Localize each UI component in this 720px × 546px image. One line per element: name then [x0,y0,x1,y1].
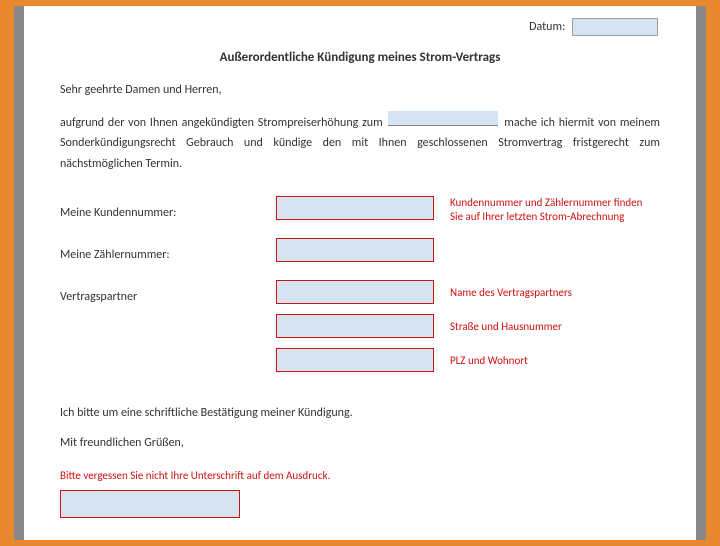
hint-partner-street: Straße und Hausnummer [450,320,562,334]
document-page: Datum: Außerordentliche Kündigung meines… [14,6,706,540]
closing-text: Mit freundlichen Grüßen, [60,436,660,450]
label-vertragspartner: Vertragspartner [60,290,137,304]
label-zaehlernummer: Meine Zählernummer: [60,248,170,262]
para-text-1: aufgrund der von Ihnen angekündigten Str… [60,116,386,130]
date-label: Datum: [529,20,565,34]
fields-block: Meine Kundennummer: Meine Zählernummer: … [60,196,660,384]
field-kundennummer[interactable] [276,196,434,220]
signature-hint: Bitte vergessen Sie nicht Ihre Unterschr… [60,468,660,483]
salutation: Sehr geehrte Damen und Herren, [60,83,660,97]
date-row: Datum: [60,18,660,36]
page-gutter-left [14,6,24,540]
field-partner-city[interactable] [276,348,434,372]
field-partner-name[interactable] [276,280,434,304]
page-gutter-right [696,6,706,540]
hint-kn-zn: Kundennummer und Zählernummer finden Sie… [450,196,650,225]
price-increase-date-field[interactable] [388,111,498,126]
field-partner-street[interactable] [276,314,434,338]
main-paragraph: aufgrund der von Ihnen angekündigten Str… [60,111,660,174]
hint-partner-city: PLZ und Wohnort [450,354,528,368]
label-kundennummer: Meine Kundennummer: [60,206,176,220]
confirmation-text: Ich bitte um eine schriftliche Bestätigu… [60,406,660,420]
field-zaehlernummer[interactable] [276,238,434,262]
hint-partner-name: Name des Vertragspartners [450,286,572,300]
signature-field[interactable] [60,490,240,518]
date-field[interactable] [572,18,658,36]
document-title: Außerordentliche Kündigung meines Strom-… [60,50,660,65]
